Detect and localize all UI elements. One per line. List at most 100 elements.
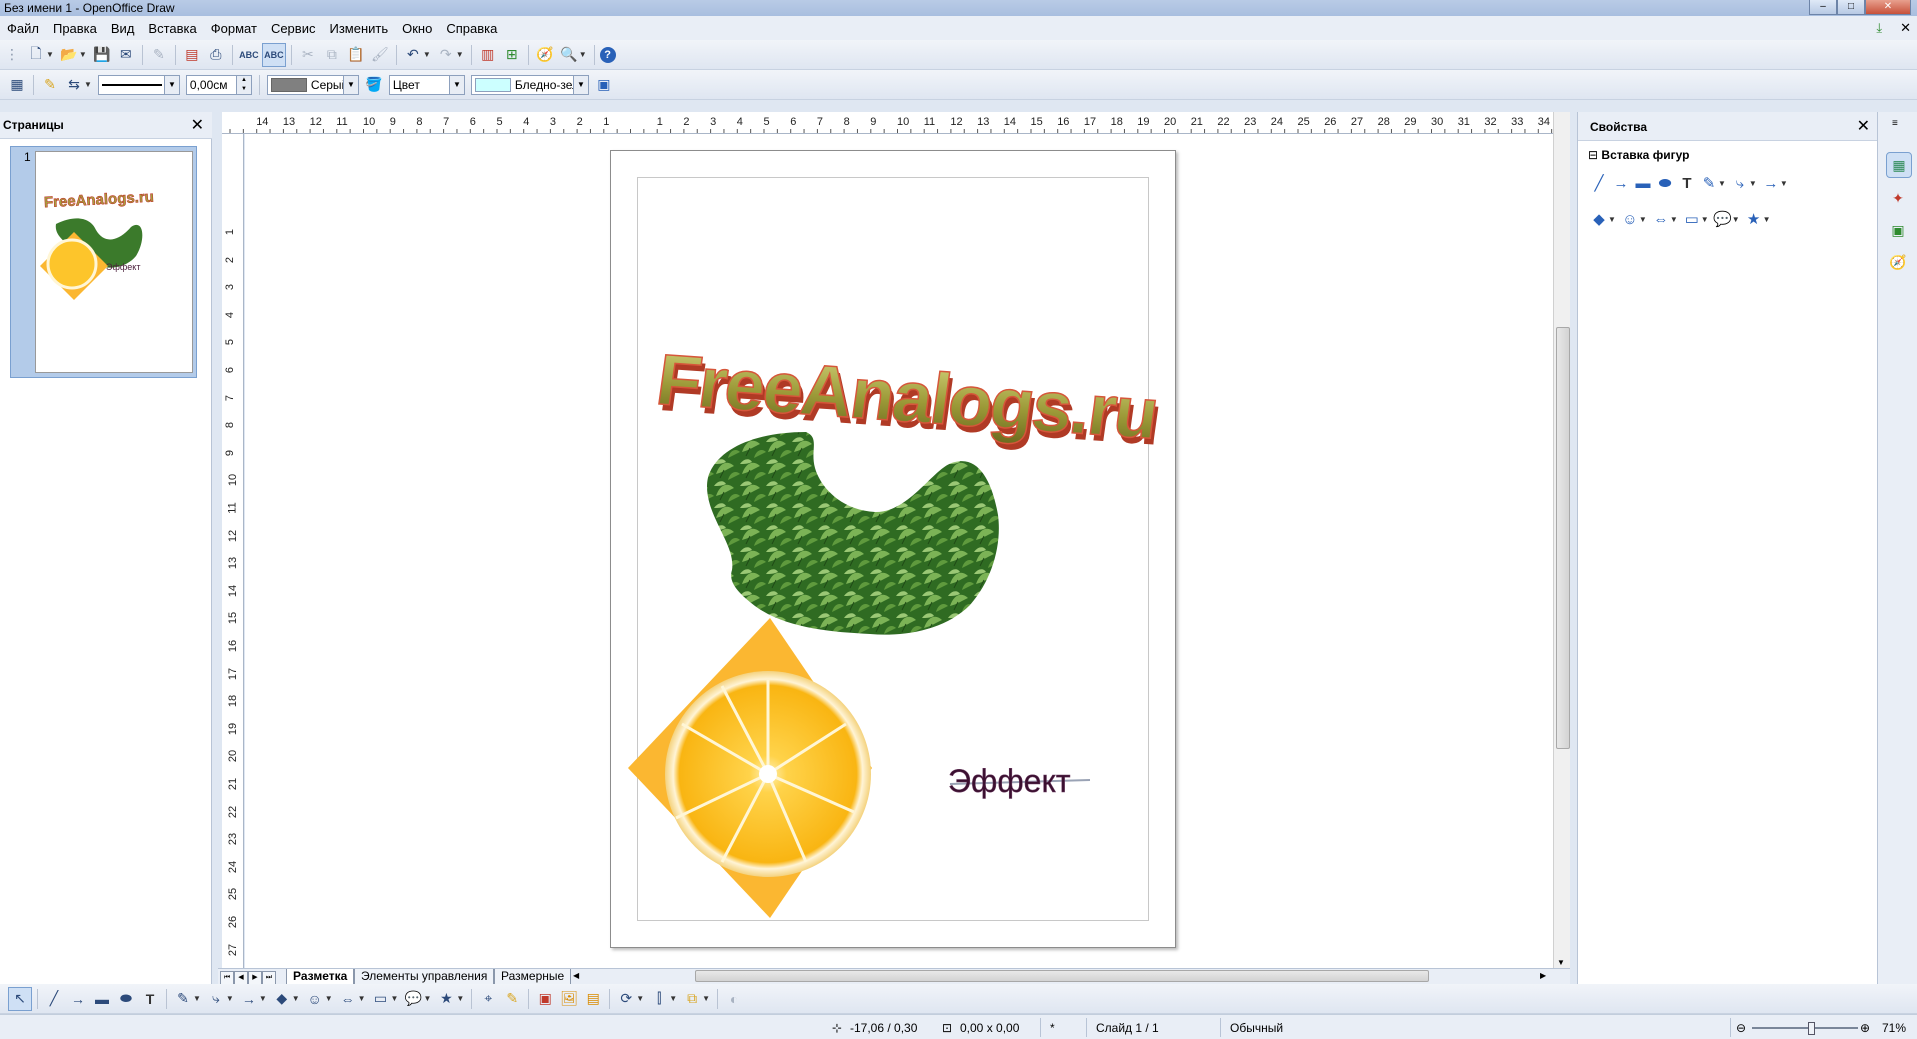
slide-thumbnail-preview[interactable]: FreeAnalogs.ru Эффект xyxy=(35,151,193,373)
line-width-field[interactable]: 0,00см ▲ ▼ xyxy=(185,74,252,95)
chevron-down-icon[interactable]: ▼ xyxy=(579,50,587,59)
maximize-button[interactable]: □ xyxy=(1837,0,1865,15)
scroll-down-icon[interactable]: ▼ xyxy=(1557,958,1565,967)
stars-icon[interactable]: ★ xyxy=(435,988,457,1010)
help-icon[interactable]: ? xyxy=(599,46,616,63)
horizontal-scroll-thumb[interactable] xyxy=(695,970,1429,982)
styles-icon[interactable]: ▦ xyxy=(6,74,28,96)
clone-formatting-icon[interactable]: 🖌 xyxy=(369,44,391,66)
leaf-textured-shape[interactable] xyxy=(707,432,999,635)
chevron-down-icon[interactable]: ▼ xyxy=(79,50,87,59)
zoom-in-icon[interactable]: ⊕ xyxy=(1860,1021,1870,1035)
vertical-scrollbar[interactable]: ▼ xyxy=(1553,112,1570,969)
curve-tool-icon[interactable]: ✎ xyxy=(172,988,194,1010)
first-tab-icon[interactable]: ⏮ xyxy=(220,971,234,985)
curve-tool-icon[interactable]: ✎ xyxy=(1698,172,1720,194)
chevron-down-icon[interactable]: ▼ xyxy=(1701,215,1709,224)
wordart-3d-text[interactable]: FreeAnalogs.ru FreeAnalogs.ru xyxy=(651,339,1166,460)
properties-deck-icon[interactable]: ▦ xyxy=(1886,152,1912,178)
copy-icon[interactable]: ⧉ xyxy=(321,44,343,66)
chevron-down-icon[interactable]: ▼ xyxy=(1780,179,1788,188)
zoom-icon[interactable]: 🔍 xyxy=(558,44,580,66)
chevron-down-icon[interactable]: ▼ xyxy=(1718,179,1726,188)
text-tool-icon[interactable]: T xyxy=(1676,172,1698,194)
chevron-down-icon[interactable]: ▼ xyxy=(448,75,464,94)
chevron-down-icon[interactable]: ▼ xyxy=(423,50,431,59)
ellipse-tool-icon[interactable]: ⬬ xyxy=(1654,172,1676,194)
menu-format[interactable]: Формат xyxy=(204,21,264,36)
open-folder-icon[interactable]: 📂 xyxy=(58,44,80,66)
chevron-down-icon[interactable]: ▼ xyxy=(292,994,300,1003)
scroll-left-icon[interactable]: ◀ xyxy=(573,971,579,980)
callouts-icon[interactable]: 💬 xyxy=(402,988,424,1010)
chevron-down-icon[interactable]: ▼ xyxy=(1608,215,1616,224)
line-tool-icon[interactable]: ╱ xyxy=(1588,172,1610,194)
chevron-down-icon[interactable]: ▼ xyxy=(1749,179,1757,188)
chevron-down-icon[interactable]: ▼ xyxy=(702,994,710,1003)
new-document-icon[interactable]: 🗋 xyxy=(25,44,47,66)
chart-icon[interactable]: ▥ xyxy=(477,44,499,66)
chevron-down-icon[interactable]: ▼ xyxy=(226,994,234,1003)
block-arrows-icon[interactable]: ⇔ xyxy=(1650,208,1672,230)
chevron-down-icon[interactable]: ▼ xyxy=(456,994,464,1003)
chevron-down-icon[interactable]: ▼ xyxy=(342,75,358,94)
menu-modify[interactable]: Изменить xyxy=(322,21,395,36)
menu-view[interactable]: Вид xyxy=(104,21,142,36)
ellipse-tool-icon[interactable]: ⬬ xyxy=(115,988,137,1010)
chevron-down-icon[interactable]: ▼ xyxy=(358,994,366,1003)
area-style-select[interactable]: Цвет ▼ xyxy=(388,74,465,95)
flowchart-icon[interactable]: ▭ xyxy=(1681,208,1703,230)
chevron-down-icon[interactable]: ▼ xyxy=(259,994,267,1003)
flowchart-icon[interactable]: ▭ xyxy=(370,988,392,1010)
print-icon[interactable]: ⎙ xyxy=(205,44,227,66)
chevron-down-icon[interactable]: ▼ xyxy=(1670,215,1678,224)
text-tool-icon[interactable]: T xyxy=(139,988,161,1010)
rectangle-tool-icon[interactable]: ▬ xyxy=(1632,172,1654,194)
area-icon[interactable]: 🪣 xyxy=(363,74,385,96)
styles-deck-icon[interactable]: ✦ xyxy=(1886,186,1910,210)
last-tab-icon[interactable]: ⏭ xyxy=(262,971,276,985)
arrow-style-icon[interactable]: ⇆ xyxy=(63,74,85,96)
chevron-down-icon[interactable]: ▼ xyxy=(636,994,644,1003)
arrange-icon[interactable]: ⧉ xyxy=(681,988,703,1010)
prev-tab-icon[interactable]: ◀ xyxy=(234,971,248,985)
line-tool-icon[interactable]: ╱ xyxy=(43,988,65,1010)
rotate-icon[interactable]: ⟳ xyxy=(615,988,637,1010)
cut-icon[interactable]: ✂ xyxy=(297,44,319,66)
chevron-down-icon[interactable]: ▼ xyxy=(325,994,333,1003)
lines-arrows-tool-icon[interactable]: → xyxy=(238,988,260,1010)
line-style-select[interactable]: ▼ xyxy=(97,74,180,95)
chevron-down-icon[interactable]: ▼ xyxy=(84,80,92,89)
toolbar-grip-icon[interactable]: ⋮ xyxy=(1,44,23,66)
chevron-down-icon[interactable]: ▼ xyxy=(572,75,588,94)
navigator-icon[interactable]: 🧭 xyxy=(534,44,556,66)
lines-arrows-tool-icon[interactable]: → xyxy=(1760,172,1782,194)
connector-tool-icon[interactable]: ⤷ xyxy=(1729,172,1751,194)
chevron-down-icon[interactable]: ▼ xyxy=(423,994,431,1003)
rectangle-tool-icon[interactable]: ▬ xyxy=(91,988,113,1010)
horizontal-ruler[interactable]: 14 13 12 11 10 9 8 7 6 5 4 3 2 1 1 2 3 4 5 6 7 8 9 10 11 12 13 14 15… xyxy=(222,112,1556,134)
menu-file[interactable]: Файл xyxy=(0,21,46,36)
email-icon[interactable]: ✉ xyxy=(115,44,137,66)
chevron-down-icon[interactable]: ▼ xyxy=(1763,215,1771,224)
basic-shapes-icon[interactable]: ◆ xyxy=(271,988,293,1010)
symbol-shapes-icon[interactable]: ☺ xyxy=(304,988,326,1010)
collapse-icon[interactable]: ⊟ xyxy=(1588,148,1598,162)
chevron-down-icon[interactable]: ▼ xyxy=(163,75,179,94)
callouts-icon[interactable]: 💬 xyxy=(1712,208,1734,230)
basic-shapes-icon[interactable]: ◆ xyxy=(1588,208,1610,230)
chevron-down-icon[interactable]: ▼ xyxy=(1732,215,1740,224)
minimize-button[interactable]: – xyxy=(1809,0,1837,15)
scroll-right-icon[interactable]: ▶ xyxy=(1540,971,1546,980)
chevron-down-icon[interactable]: ▼ xyxy=(669,994,677,1003)
vertical-scroll-thumb[interactable] xyxy=(1556,327,1570,749)
tab-dimension-lines[interactable]: Размерные xyxy=(494,969,572,985)
gallery-icon[interactable]: ▤ xyxy=(582,988,604,1010)
extrusion-icon[interactable]: ◐ xyxy=(723,988,745,1010)
close-document-icon[interactable]: ✕ xyxy=(1900,20,1911,36)
from-file-icon[interactable]: 🖼 xyxy=(558,988,580,1010)
insert-table-icon[interactable]: ⊞ xyxy=(501,44,523,66)
block-arrows-icon[interactable]: ⇔ xyxy=(337,988,359,1010)
modified-indicator[interactable]: * xyxy=(1050,1021,1055,1035)
save-icon[interactable]: 💾 xyxy=(91,44,113,66)
